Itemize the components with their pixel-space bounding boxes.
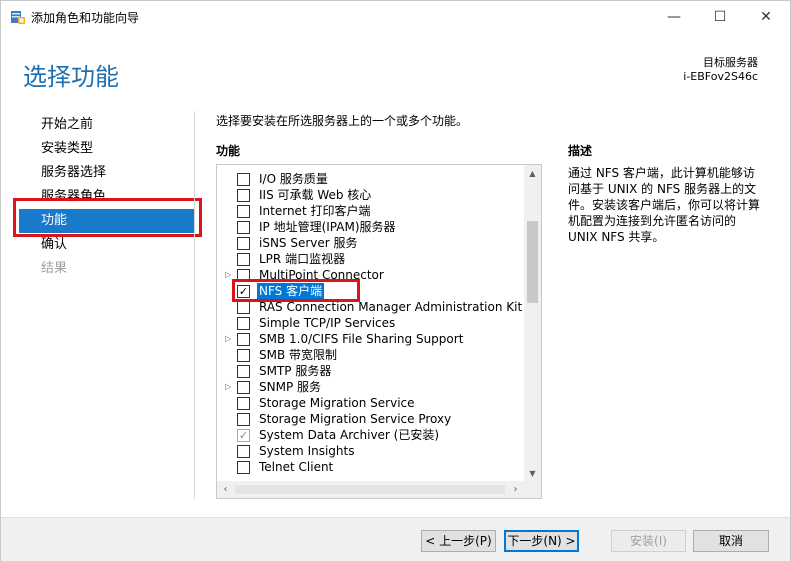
feature-checkbox[interactable] (237, 397, 250, 410)
feature-row[interactable]: IP 地址管理(IPAM)服务器 (217, 219, 525, 235)
feature-label: Simple TCP/IP Services (259, 316, 396, 330)
feature-row[interactable]: SMTP 服务器 (217, 363, 525, 379)
cancel-button[interactable]: 取消 (693, 530, 769, 552)
expand-arrow-icon[interactable]: ▷ (225, 379, 235, 395)
feature-label: SMB 1.0/CIFS File Sharing Support (259, 332, 464, 346)
scroll-up-icon[interactable]: ▲ (524, 165, 541, 182)
feature-row[interactable]: Internet 打印客户端 (217, 203, 525, 219)
feature-checkbox[interactable] (237, 253, 250, 266)
feature-label: LPR 端口监视器 (259, 252, 346, 266)
horizontal-scrollbar[interactable]: ‹ › (217, 481, 541, 498)
feature-row[interactable]: Storage Migration Service Proxy (217, 411, 525, 427)
scroll-corner (524, 481, 541, 498)
maximize-button[interactable]: ☐ (697, 1, 743, 32)
feature-checkbox[interactable] (237, 173, 250, 186)
destination-server-name: i-EBFov2S46c (683, 70, 758, 83)
feature-label: Storage Migration Service Proxy (259, 412, 452, 426)
title-bar: 添加角色和功能向导 — ☐ ✕ (1, 1, 790, 32)
page-title: 选择功能 (23, 63, 119, 91)
feature-row[interactable]: LPR 端口监视器 (217, 251, 525, 267)
destination-label: 目标服务器 (703, 56, 758, 69)
scroll-right-icon[interactable]: › (507, 481, 524, 498)
wizard-nav: 开始之前 安装类型 服务器选择 服务器角色 功能 确认 结果 (15, 113, 195, 281)
feature-label: IIS 可承载 Web 核心 (259, 188, 372, 202)
next-button[interactable]: 下一步(N) > (504, 530, 579, 552)
feature-row[interactable]: iSNS Server 服务 (217, 235, 525, 251)
feature-checkbox[interactable] (237, 221, 250, 234)
feature-row[interactable]: Simple TCP/IP Services (217, 315, 525, 331)
feature-label: IP 地址管理(IPAM)服务器 (259, 220, 396, 234)
feature-checkbox[interactable] (237, 205, 250, 218)
scroll-left-icon[interactable]: ‹ (217, 481, 234, 498)
nfs-client-highlight-box (232, 279, 360, 302)
wizard-footer: < 上一步(P) 下一步(N) > 安装(I) 取消 (1, 517, 790, 561)
nav-item-installation-type[interactable]: 安装类型 (15, 137, 195, 161)
feature-row[interactable]: SMB 带宽限制 (217, 347, 525, 363)
back-button[interactable]: < 上一步(P) (421, 530, 496, 552)
install-button: 安装(I) (611, 530, 686, 552)
feature-checkbox (237, 429, 250, 442)
nav-divider (194, 111, 195, 499)
nav-item-server-selection[interactable]: 服务器选择 (15, 161, 195, 185)
nav-item-results: 结果 (41, 261, 68, 276)
feature-label: I/O 服务质量 (259, 172, 328, 186)
horizontal-scroll-thumb[interactable] (235, 485, 505, 494)
features-nav-highlight-box (13, 198, 202, 237)
feature-checkbox[interactable] (237, 237, 250, 250)
destination-server-info: 目标服务器 i-EBFov2S46c (683, 56, 758, 84)
feature-row[interactable]: ▷ SNMP 服务 (217, 379, 525, 395)
feature-row[interactable]: Storage Migration Service (217, 395, 525, 411)
feature-row[interactable]: I/O 服务质量 (217, 171, 525, 187)
feature-label: iSNS Server 服务 (259, 236, 358, 250)
features-list[interactable]: I/O 服务质量 IIS 可承载 Web 核心 Internet 打印客户端 IP 地… (216, 164, 542, 499)
feature-label: SMB 带宽限制 (259, 348, 338, 362)
feature-checkbox[interactable] (237, 317, 250, 330)
description-text: 通过 NFS 客户端，此计算机能够访问基于 UNIX 的 NFS 服务器上的文件… (568, 166, 761, 244)
close-button[interactable]: ✕ (743, 1, 789, 32)
description-header: 描述 (568, 144, 593, 158)
feature-checkbox[interactable] (237, 381, 250, 394)
close-icon: ✕ (760, 8, 772, 25)
maximize-icon: ☐ (713, 8, 727, 25)
window-title: 添加角色和功能向导 (31, 11, 140, 25)
feature-checkbox[interactable] (237, 445, 250, 458)
expand-arrow-icon[interactable]: ▷ (225, 331, 235, 347)
feature-row[interactable]: ▷ SMB 1.0/CIFS File Sharing Support (217, 331, 525, 347)
vertical-scrollbar[interactable]: ▲ ▼ (524, 165, 541, 482)
feature-checkbox[interactable] (237, 301, 250, 314)
feature-label: Storage Migration Service (259, 396, 415, 410)
minimize-button[interactable]: — (651, 1, 697, 32)
features-header: 功能 (216, 144, 241, 158)
feature-checkbox[interactable] (237, 349, 250, 362)
vertical-scroll-thumb[interactable] (527, 221, 538, 303)
feature-checkbox[interactable] (237, 333, 250, 346)
feature-label: System Insights (259, 444, 355, 458)
feature-checkbox[interactable] (237, 189, 250, 202)
server-manager-icon (11, 11, 25, 24)
feature-row[interactable]: IIS 可承载 Web 核心 (217, 187, 525, 203)
instruction-text: 选择要安装在所选服务器上的一个或多个功能。 (216, 114, 469, 128)
feature-row[interactable]: System Insights (217, 443, 525, 459)
wizard-window: 添加角色和功能向导 — ☐ ✕ 选择功能 目标服务器 i-EBFov2S46c … (0, 0, 791, 561)
nav-item-before-you-begin[interactable]: 开始之前 (15, 113, 195, 137)
feature-row[interactable]: System Data Archiver (已安装) (217, 427, 525, 443)
feature-checkbox[interactable] (237, 365, 250, 378)
feature-label: SNMP 服务 (259, 380, 321, 394)
feature-label: Internet 打印客户端 (259, 204, 371, 218)
feature-label: Telnet Client (259, 460, 334, 474)
feature-checkbox[interactable] (237, 413, 250, 426)
feature-row[interactable]: Telnet Client (217, 459, 525, 475)
features-list-rows: I/O 服务质量 IIS 可承载 Web 核心 Internet 打印客户端 IP 地… (217, 171, 539, 475)
feature-checkbox[interactable] (237, 461, 250, 474)
minimize-icon: — (667, 8, 681, 25)
scroll-down-icon[interactable]: ▼ (524, 465, 541, 482)
feature-label: SMTP 服务器 (259, 364, 332, 378)
feature-label: System Data Archiver (已安装) (259, 428, 440, 442)
